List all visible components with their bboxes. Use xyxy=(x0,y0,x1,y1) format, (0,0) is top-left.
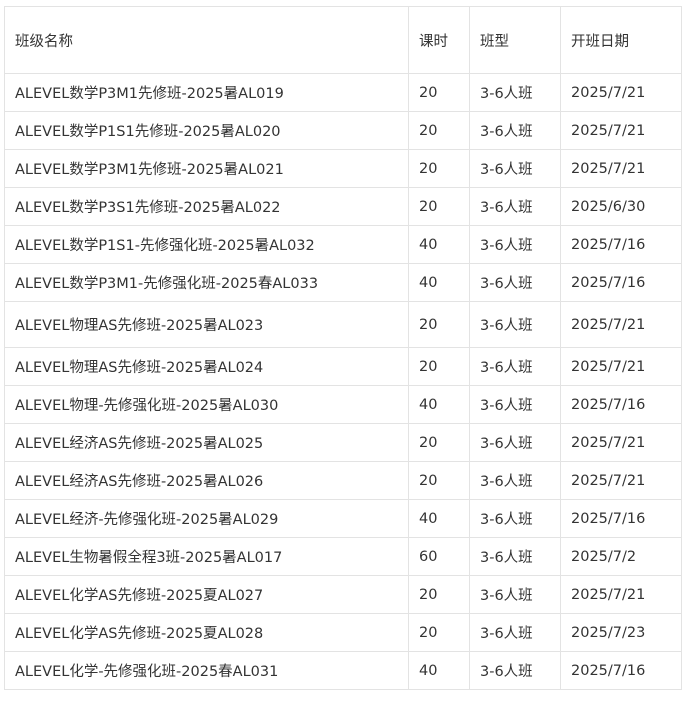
cell-class-type: 3-6人班 xyxy=(469,461,561,500)
cell-start-date: 2025/7/21 xyxy=(560,423,682,462)
cell-start-date: 2025/7/21 xyxy=(560,301,682,348)
cell-class-name: ALEVEL生物暑假全程3班-2025暑AL017 xyxy=(4,537,409,576)
cell-hours: 20 xyxy=(408,423,470,462)
cell-class-type: 3-6人班 xyxy=(469,385,561,424)
cell-start-date: 2025/7/16 xyxy=(560,263,682,302)
table-row: ALEVEL经济AS先修班-2025暑AL026 20 3-6人班 2025/7… xyxy=(4,461,682,500)
cell-hours: 40 xyxy=(408,225,470,264)
cell-class-name: ALEVEL数学P3M1先修班-2025暑AL021 xyxy=(4,149,409,188)
cell-class-type: 3-6人班 xyxy=(469,111,561,150)
cell-class-name: ALEVEL经济AS先修班-2025暑AL025 xyxy=(4,423,409,462)
cell-start-date: 2025/7/21 xyxy=(560,73,682,112)
cell-class-type: 3-6人班 xyxy=(469,423,561,462)
cell-hours: 20 xyxy=(408,575,470,614)
cell-class-name: ALEVEL经济AS先修班-2025暑AL026 xyxy=(4,461,409,500)
cell-class-type: 3-6人班 xyxy=(469,263,561,302)
cell-hours: 40 xyxy=(408,385,470,424)
cell-start-date: 2025/7/16 xyxy=(560,385,682,424)
table-row: ALEVEL化学AS先修班-2025夏AL027 20 3-6人班 2025/7… xyxy=(4,575,682,614)
cell-start-date: 2025/7/21 xyxy=(560,347,682,386)
table-row: ALEVEL经济AS先修班-2025暑AL025 20 3-6人班 2025/7… xyxy=(4,423,682,462)
cell-class-type: 3-6人班 xyxy=(469,651,561,690)
cell-hours: 40 xyxy=(408,651,470,690)
cell-class-name: ALEVEL物理AS先修班-2025暑AL024 xyxy=(4,347,409,386)
cell-class-name: ALEVEL物理AS先修班-2025暑AL023 xyxy=(4,301,409,348)
cell-class-name: ALEVEL经济-先修强化班-2025暑AL029 xyxy=(4,499,409,538)
cell-hours: 20 xyxy=(408,73,470,112)
cell-class-type: 3-6人班 xyxy=(469,575,561,614)
cell-class-name: ALEVEL数学P3S1先修班-2025暑AL022 xyxy=(4,187,409,226)
table-header-row: 班级名称 课时 班型 开班日期 xyxy=(4,6,682,74)
cell-class-type: 3-6人班 xyxy=(469,537,561,576)
cell-class-type: 3-6人班 xyxy=(469,187,561,226)
cell-start-date: 2025/6/30 xyxy=(560,187,682,226)
cell-class-type: 3-6人班 xyxy=(469,613,561,652)
cell-hours: 20 xyxy=(408,461,470,500)
cell-start-date: 2025/7/21 xyxy=(560,111,682,150)
table-row: ALEVEL生物暑假全程3班-2025暑AL017 60 3-6人班 2025/… xyxy=(4,537,682,576)
cell-class-type: 3-6人班 xyxy=(469,73,561,112)
cell-class-name: ALEVEL物理-先修强化班-2025暑AL030 xyxy=(4,385,409,424)
cell-start-date: 2025/7/23 xyxy=(560,613,682,652)
cell-start-date: 2025/7/16 xyxy=(560,225,682,264)
table-row: ALEVEL物理AS先修班-2025暑AL023 20 3-6人班 2025/7… xyxy=(4,301,682,348)
cell-class-name: ALEVEL化学AS先修班-2025夏AL028 xyxy=(4,613,409,652)
cell-start-date: 2025/7/16 xyxy=(560,499,682,538)
course-table-container: 班级名称 课时 班型 开班日期 ALEVEL数学P3M1先修班-2025暑AL0… xyxy=(4,6,682,690)
cell-class-name: ALEVEL化学AS先修班-2025夏AL027 xyxy=(4,575,409,614)
header-hours: 课时 xyxy=(408,6,470,74)
table-row: ALEVEL化学-先修强化班-2025春AL031 40 3-6人班 2025/… xyxy=(4,651,682,690)
cell-class-name: ALEVEL数学P1S1-先修强化班-2025暑AL032 xyxy=(4,225,409,264)
cell-hours: 20 xyxy=(408,111,470,150)
cell-hours: 40 xyxy=(408,263,470,302)
table-row: ALEVEL数学P1S1-先修强化班-2025暑AL032 40 3-6人班 2… xyxy=(4,225,682,264)
header-start-date: 开班日期 xyxy=(560,6,682,74)
cell-hours: 20 xyxy=(408,149,470,188)
table-row: ALEVEL数学P3M1先修班-2025暑AL021 20 3-6人班 2025… xyxy=(4,149,682,188)
cell-hours: 20 xyxy=(408,347,470,386)
cell-class-type: 3-6人班 xyxy=(469,301,561,348)
cell-hours: 40 xyxy=(408,499,470,538)
cell-start-date: 2025/7/21 xyxy=(560,461,682,500)
table-row: ALEVEL数学P1S1先修班-2025暑AL020 20 3-6人班 2025… xyxy=(4,111,682,150)
table-row: ALEVEL化学AS先修班-2025夏AL028 20 3-6人班 2025/7… xyxy=(4,613,682,652)
table-row: ALEVEL经济-先修强化班-2025暑AL029 40 3-6人班 2025/… xyxy=(4,499,682,538)
cell-class-name: ALEVEL化学-先修强化班-2025春AL031 xyxy=(4,651,409,690)
cell-class-type: 3-6人班 xyxy=(469,149,561,188)
header-class-type: 班型 xyxy=(469,6,561,74)
cell-start-date: 2025/7/21 xyxy=(560,575,682,614)
cell-hours: 20 xyxy=(408,613,470,652)
course-schedule-table: 班级名称 课时 班型 开班日期 ALEVEL数学P3M1先修班-2025暑AL0… xyxy=(4,6,682,690)
cell-class-name: ALEVEL数学P3M1-先修强化班-2025春AL033 xyxy=(4,263,409,302)
table-row: ALEVEL数学P3S1先修班-2025暑AL022 20 3-6人班 2025… xyxy=(4,187,682,226)
cell-start-date: 2025/7/2 xyxy=(560,537,682,576)
cell-class-name: ALEVEL数学P3M1先修班-2025暑AL019 xyxy=(4,73,409,112)
cell-start-date: 2025/7/21 xyxy=(560,149,682,188)
cell-hours: 20 xyxy=(408,301,470,348)
cell-start-date: 2025/7/16 xyxy=(560,651,682,690)
table-row: ALEVEL物理AS先修班-2025暑AL024 20 3-6人班 2025/7… xyxy=(4,347,682,386)
cell-class-name: ALEVEL数学P1S1先修班-2025暑AL020 xyxy=(4,111,409,150)
cell-hours: 60 xyxy=(408,537,470,576)
cell-class-type: 3-6人班 xyxy=(469,347,561,386)
table-row: ALEVEL物理-先修强化班-2025暑AL030 40 3-6人班 2025/… xyxy=(4,385,682,424)
table-row: ALEVEL数学P3M1先修班-2025暑AL019 20 3-6人班 2025… xyxy=(4,73,682,112)
table-row: ALEVEL数学P3M1-先修强化班-2025春AL033 40 3-6人班 2… xyxy=(4,263,682,302)
cell-hours: 20 xyxy=(408,187,470,226)
header-class-name: 班级名称 xyxy=(4,6,409,74)
cell-class-type: 3-6人班 xyxy=(469,225,561,264)
cell-class-type: 3-6人班 xyxy=(469,499,561,538)
